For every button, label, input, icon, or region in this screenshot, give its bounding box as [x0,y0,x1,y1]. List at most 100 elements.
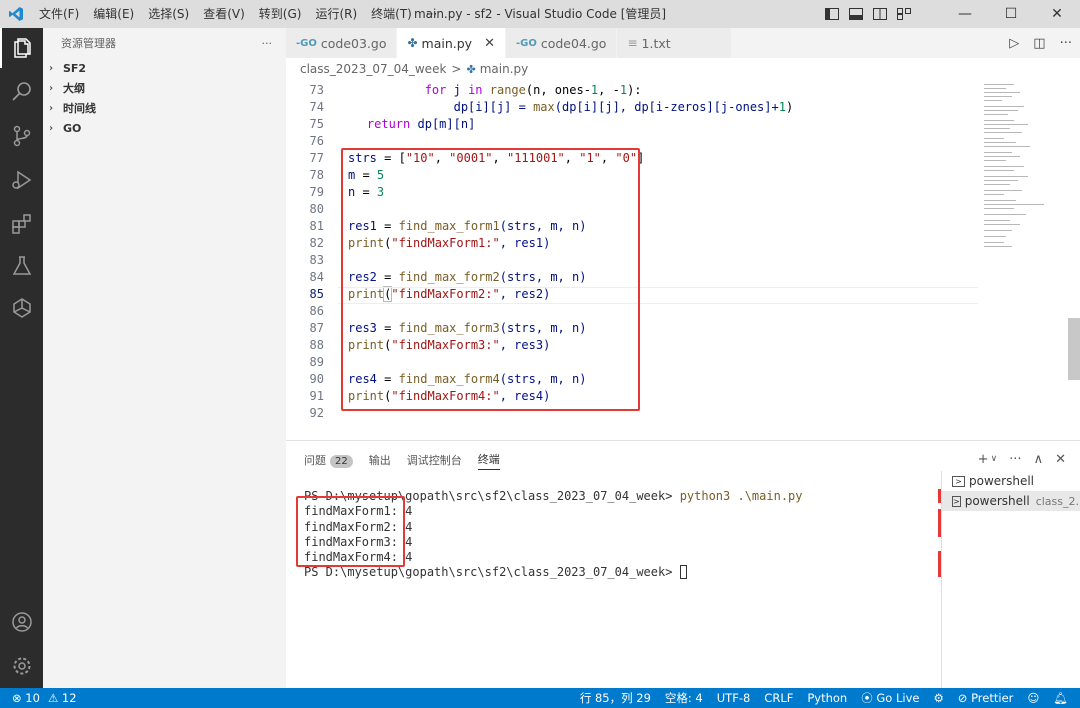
code-annotation-box [341,148,640,411]
split-editor-icon[interactable]: ◫ [1033,36,1045,51]
chevron-down-icon[interactable]: ∨ [991,454,998,464]
warnings-status[interactable]: ⚠ 12 [48,691,77,705]
tab-1-txt[interactable]: ≡ 1.txt [617,28,732,58]
tab-close-icon[interactable]: ✕ [484,36,495,51]
editor-more-button[interactable]: ··· [1060,36,1072,51]
customize-layout-icon[interactable] [896,6,912,22]
menu-terminal[interactable]: 终端(T) [364,0,419,28]
panel-actions: + ∨ ··· ∧ ✕ [978,449,1066,469]
vscode-logo-icon [0,0,32,28]
window-controls: — ☐ ✕ [942,0,1080,28]
minimap[interactable] [978,80,1080,435]
close-panel-icon[interactable]: ✕ [1055,452,1066,467]
indentation[interactable]: 空格: 4 [665,690,703,706]
activity-bar [0,28,43,688]
settings-gear-icon[interactable] [0,646,43,686]
terminal-list-item[interactable]: > powershell [942,471,1080,491]
tab-debug-console[interactable]: 调试控制台 [407,452,462,468]
editor-tabs: -GO code03.go ✤ main.py ✕ -GO code04.go … [286,28,1080,58]
sidebar-section-go[interactable]: › GO [43,118,286,138]
terminal-list-item-active[interactable]: >powershellclass_2... [942,491,1080,511]
sidebar-section-timeline[interactable]: › 时间线 [43,98,286,118]
terminal-icon: > [952,495,961,507]
sidebar-section-sf2[interactable]: › SF2 [43,58,286,78]
terminal-scroll-marker [938,489,941,503]
maximize-button[interactable]: ☐ [988,0,1034,28]
breadcrumb-folder[interactable]: class_2023_07_04_week [300,62,446,76]
encoding[interactable]: UTF-8 [717,691,751,705]
terminal-scroll-marker [938,551,941,577]
section-label: SF2 [63,61,87,75]
extension-icon[interactable]: ⚙ [933,691,943,705]
go-file-icon: -GO [515,37,537,49]
go-file-icon: -GO [296,37,317,49]
menu-more[interactable]: ··· [419,0,444,28]
toggle-panel-icon[interactable] [848,6,864,22]
menu-view[interactable]: 查看(V) [196,0,252,28]
tab-terminal[interactable]: 终端 [477,451,500,470]
remote-explorer-icon[interactable] [0,288,43,328]
line-ending[interactable]: CRLF [764,691,793,705]
layout-controls [824,0,912,28]
tab-main-py[interactable]: ✤ main.py ✕ [397,28,506,58]
close-button[interactable]: ✕ [1034,0,1080,28]
account-icon[interactable] [0,602,43,642]
problems-count-badge: 22 [330,455,353,468]
chevron-right-icon: › [49,122,54,134]
sidebar-title: 资源管理器 [61,37,116,50]
chevron-right-icon: › [49,102,54,114]
maximize-panel-icon[interactable]: ∧ [1034,452,1044,467]
chevron-right-icon: › [49,62,54,74]
notifications-bell-icon[interactable]: 🔔︎ [1053,691,1068,705]
sidebar-section-outline[interactable]: › 大纲 [43,78,286,98]
extensions-icon[interactable] [0,204,43,244]
check-double-icon: ⊘ [957,691,968,705]
tab-problems[interactable]: 问题 22 [304,452,353,468]
section-label: GO [63,121,82,135]
bottom-panel: 问题 22 输出 调试控制台 终端 + ∨ ··· ∧ ✕ PS D:\myset… [286,440,1080,689]
explorer-sidebar: 资源管理器 ··· › SF2 › 大纲 › 时间线 › GO [43,28,286,688]
menu-go[interactable]: 转到(G) [252,0,309,28]
terminal-cursor [679,565,687,580]
chevron-right-icon: › [49,82,54,94]
menu-run[interactable]: 运行(R) [308,0,364,28]
go-live-button[interactable]: ⦿ Go Live [861,690,919,706]
tab-code03-go[interactable]: -GO code03.go [286,28,398,58]
testing-flask-icon[interactable] [0,246,43,286]
terminal-icon: > [952,475,965,487]
run-debug-icon[interactable] [0,160,43,200]
text-file-icon: ≡ [627,36,638,50]
section-label: 大纲 [63,82,85,95]
new-terminal-icon[interactable]: + [978,452,989,467]
explorer-icon[interactable] [0,28,43,68]
terminal-list: >powershell >powershellclass_2... [941,471,1080,689]
vertical-scrollbar[interactable] [1068,318,1080,380]
menu-edit[interactable]: 编辑(E) [86,0,141,28]
menu-file[interactable]: 文件(F) [32,0,86,28]
feedback-icon[interactable]: ☺ [1027,691,1039,705]
sidebar-header: 资源管理器 ··· [43,28,286,58]
search-icon[interactable] [0,72,43,112]
language-mode[interactable]: Python [807,691,847,705]
menu-bar: 文件(F) 编辑(E) 选择(S) 查看(V) 转到(G) 运行(R) 终端(T… [32,0,444,28]
toggle-secondary-sidebar-icon[interactable] [872,6,888,22]
menu-selection[interactable]: 选择(S) [141,0,196,28]
minimize-button[interactable]: — [942,0,988,28]
python-file-icon: ✤ [466,62,476,76]
errors-status[interactable]: ⊗ 10 [12,691,40,705]
editor-actions: ▷ ◫ ··· [1009,28,1072,58]
code-line: 74 dp[i][j] = max(dp[i][j], dp[i-zeros][… [309,100,794,114]
toggle-sidebar-icon[interactable] [824,6,840,22]
source-control-icon[interactable] [0,116,43,156]
tab-code04-go[interactable]: -GO code04.go [505,28,618,58]
panel-tabs: 问题 22 输出 调试控制台 终端 [304,449,500,471]
breadcrumb-file[interactable]: main.py [480,62,529,76]
prettier-button[interactable]: ⊘ Prettier [958,691,1014,705]
run-file-icon[interactable]: ▷ [1009,36,1019,51]
breadcrumb-separator: > [451,62,462,76]
sidebar-more-button[interactable]: ··· [262,37,273,50]
tab-label: code03.go [320,35,387,51]
tab-output[interactable]: 输出 [369,452,391,468]
cursor-position[interactable]: 行 85，列 29 [580,690,651,706]
panel-more-button[interactable]: ··· [1009,452,1021,467]
